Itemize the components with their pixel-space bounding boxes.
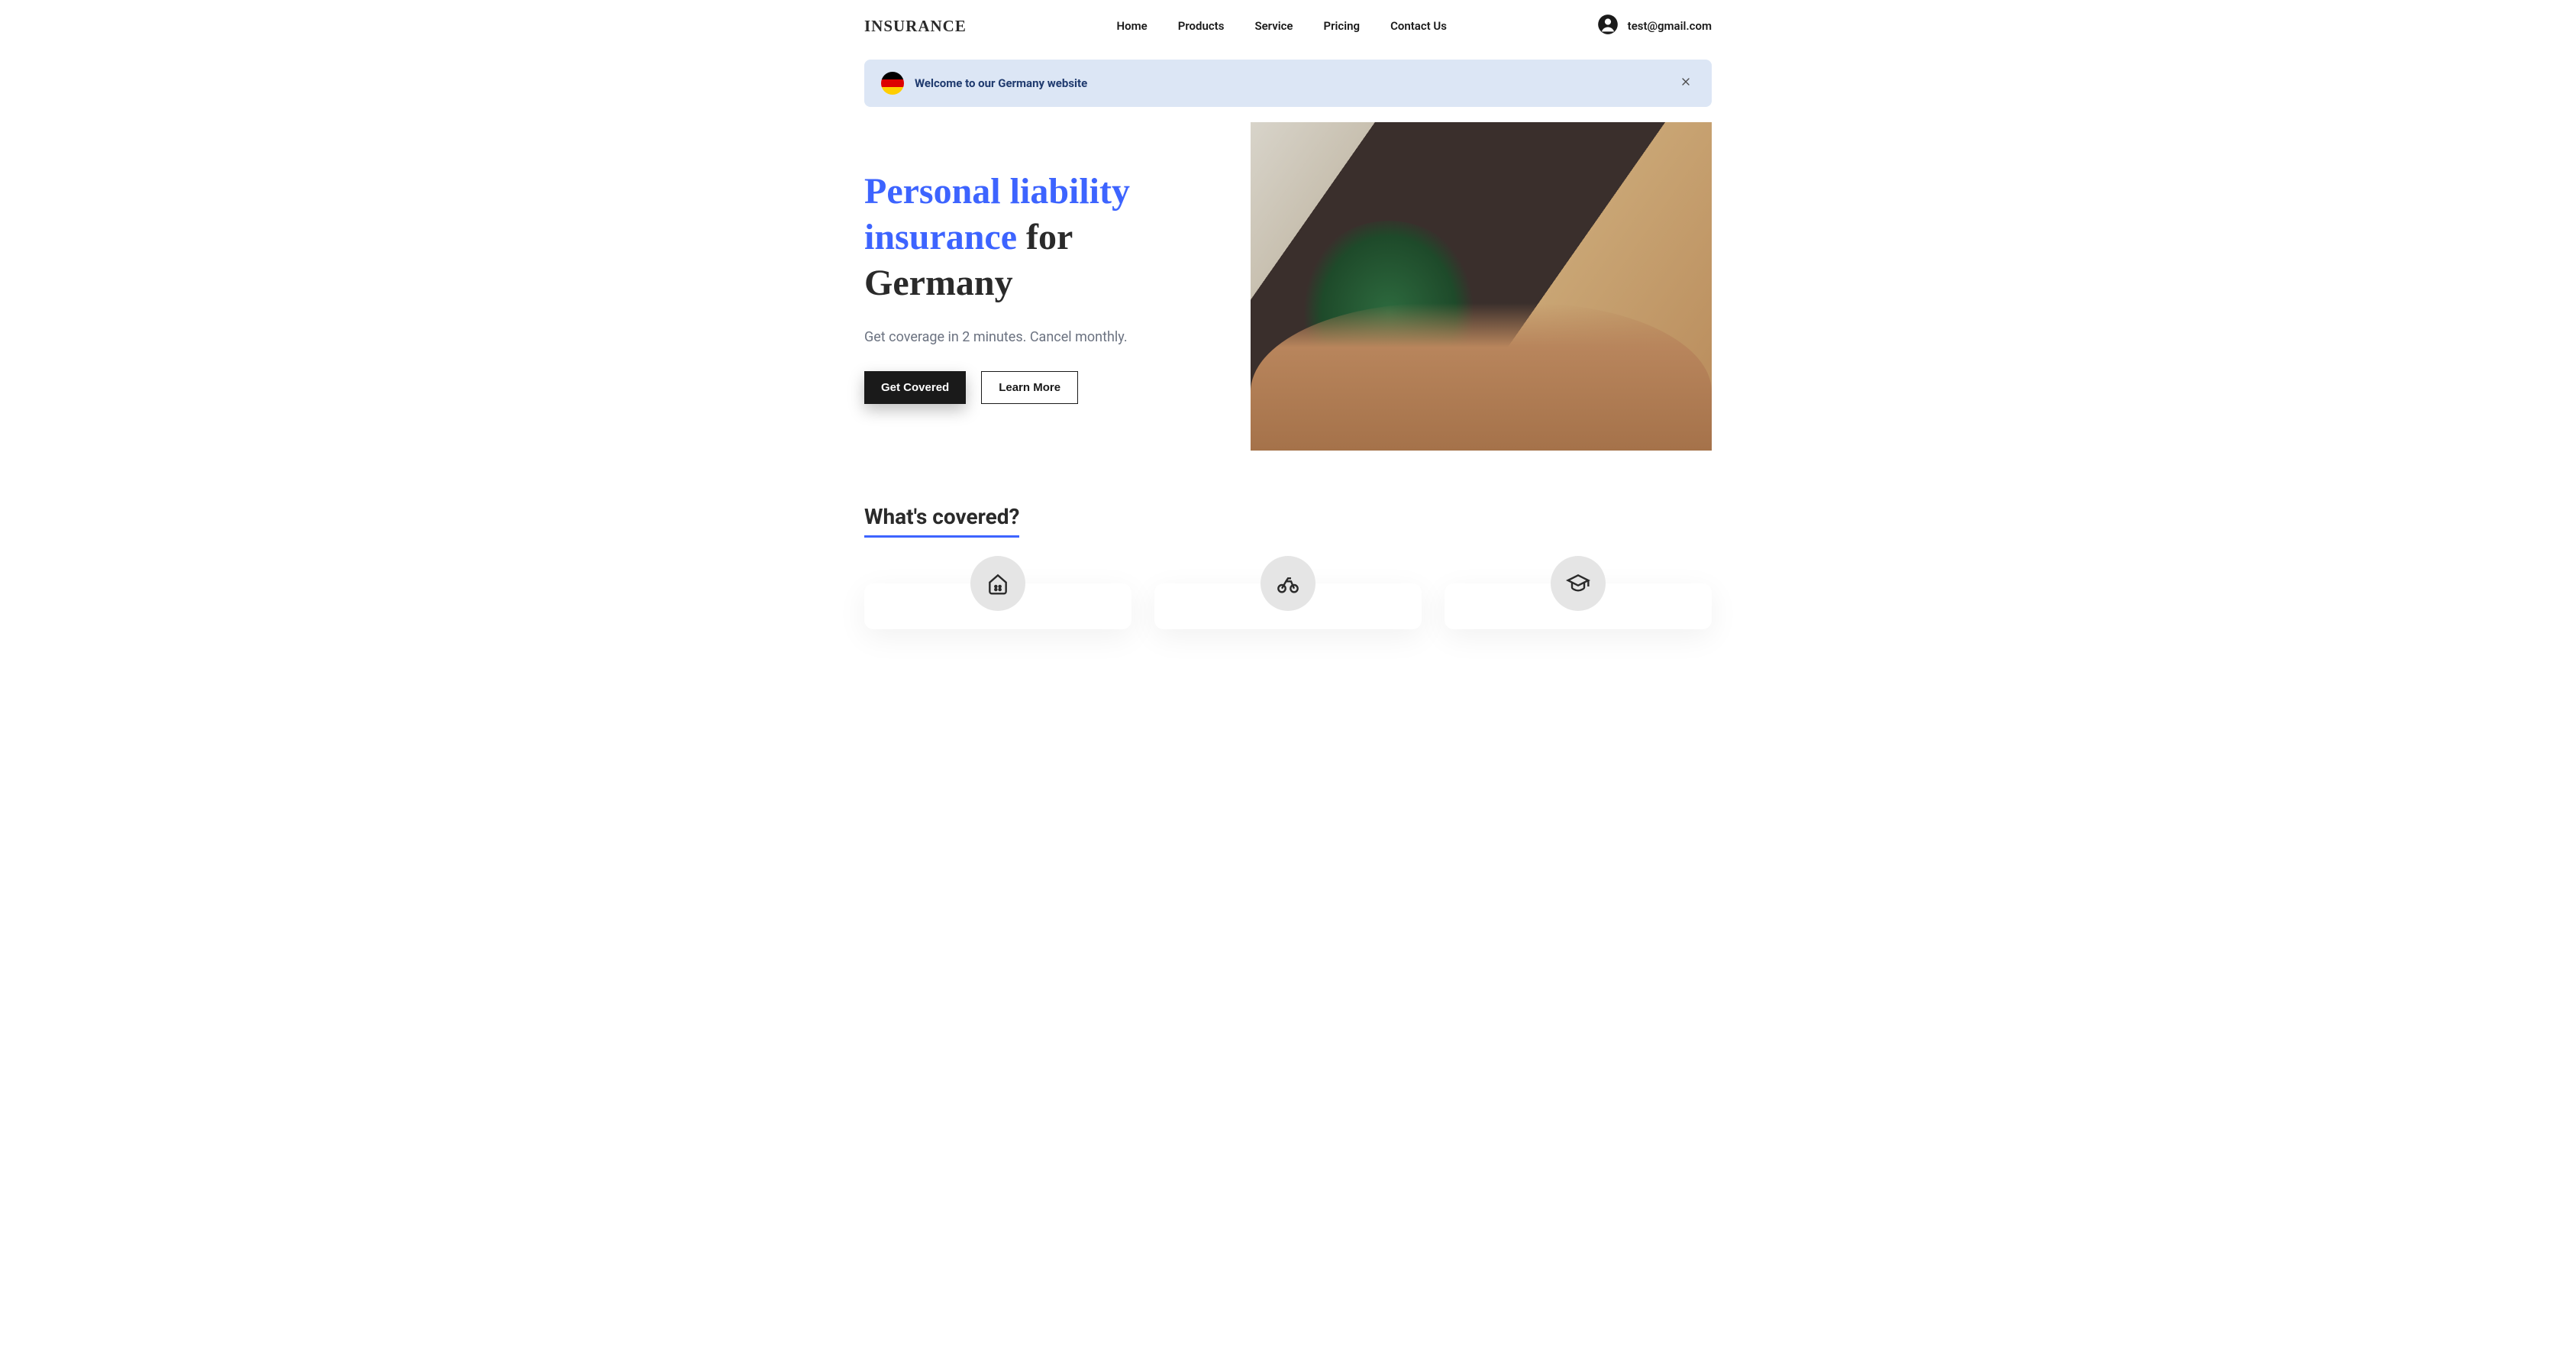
nav-contact[interactable]: Contact Us [1390,19,1447,33]
user-icon [1597,14,1619,38]
nav-home[interactable]: Home [1117,19,1148,33]
coverage-card[interactable] [1154,583,1422,629]
bike-icon [1261,556,1315,611]
covered-section-title: What's covered? [864,504,1019,538]
site-header: INSURANCE Home Products Service Pricing … [864,0,1712,52]
get-covered-button[interactable]: Get Covered [864,371,966,404]
learn-more-button[interactable]: Learn More [981,371,1078,404]
nav-service[interactable]: Service [1254,19,1293,33]
graduation-cap-icon [1551,556,1606,611]
hero-section: Personal liability insurance for Germany… [864,122,1712,451]
close-icon [1680,76,1692,92]
main-nav: Home Products Service Pricing Contact Us [1117,19,1447,33]
locale-banner: Welcome to our Germany website [864,60,1712,107]
account-email: test@gmail.com [1628,19,1712,33]
hero-subtitle: Get coverage in 2 minutes. Cancel monthl… [864,329,1220,345]
banner-close-button[interactable] [1677,74,1695,92]
nav-products[interactable]: Products [1178,19,1225,33]
germany-flag-icon [881,72,904,95]
brand-logo[interactable]: INSURANCE [864,17,967,36]
coverage-card[interactable] [864,583,1131,629]
hero-title: Personal liability insurance for Germany [864,169,1220,306]
coverage-card[interactable] [1445,583,1712,629]
account-menu[interactable]: test@gmail.com [1597,14,1712,38]
hero-image [1251,122,1712,451]
hero-title-highlight: Personal liability insurance [864,171,1130,257]
home-icon [970,556,1025,611]
nav-pricing[interactable]: Pricing [1324,19,1361,33]
banner-message: Welcome to our Germany website [915,76,1087,90]
coverage-cards [864,583,1712,629]
